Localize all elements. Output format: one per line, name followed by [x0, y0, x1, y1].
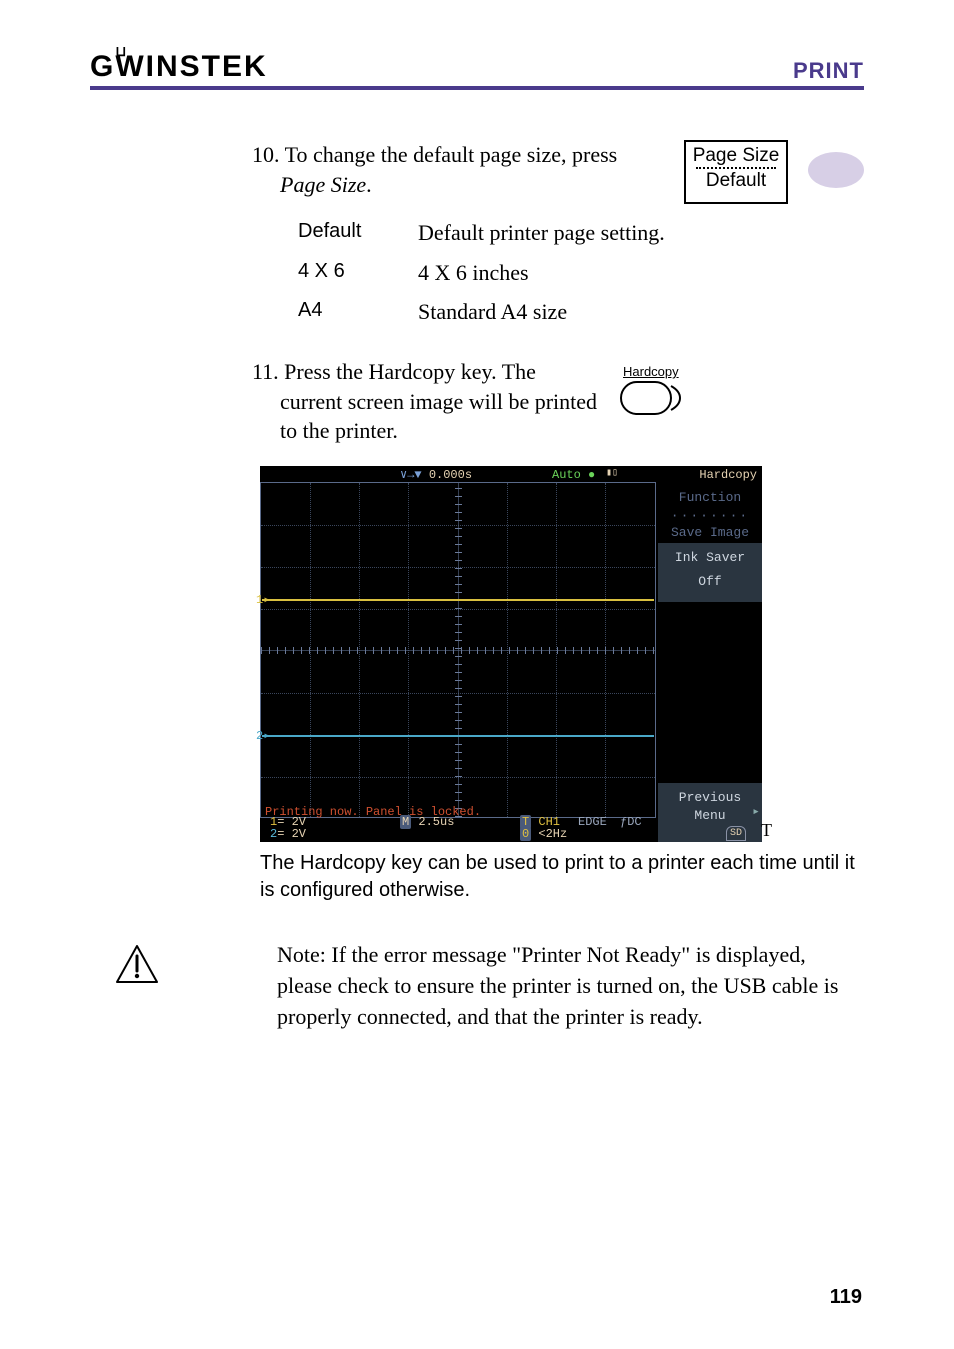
option-row: A4 Standard A4 size [298, 297, 864, 327]
note-text: Note: If the error message "Printer Not … [189, 940, 864, 1032]
scope-time: ∨→▼ 0.000s [400, 467, 472, 483]
section-title: PRINT [793, 58, 864, 84]
option-key: A4 [298, 297, 388, 327]
figure-label-t: T [761, 818, 772, 842]
softkey-empty [658, 722, 762, 782]
text: . [366, 172, 372, 197]
softkey-empty [658, 602, 762, 662]
hardcopy-key-icon [620, 381, 682, 415]
softkey-ink-saver: Ink Saver Off [658, 542, 762, 602]
softkey-name-inline: Page Size [280, 172, 366, 197]
hardcopy-key-label: Hardcopy [620, 363, 682, 381]
softkey-button-shape [808, 152, 864, 188]
softkey-function: Function ········ Save Image [658, 482, 762, 542]
scope-softkey-column: Function ········ Save Image Ink Saver O… [658, 482, 762, 818]
scope-topbar: ∨→▼ 0.000s Auto ● ▮▯ Hardcopy [260, 466, 762, 482]
option-row: Default Default printer page setting. [298, 218, 864, 248]
page-number: 119 [830, 1286, 862, 1309]
brand-part: G [90, 50, 115, 83]
option-row: 4 X 6 4 X 6 inches [298, 258, 864, 288]
hardcopy-key-illustration: Hardcopy [620, 363, 682, 415]
option-desc: Standard A4 size [418, 297, 567, 327]
battery-icon: ▮▯ [606, 467, 618, 481]
sd-icon: SD [726, 826, 746, 842]
step-11-text: 11. Press the Hardcopy key. The current … [260, 357, 600, 446]
text: 10. To change the default page size, pre… [252, 142, 617, 167]
ch2-readout: 2= 2V [270, 826, 306, 842]
warning-icon [115, 944, 159, 1032]
trigger-freq: 0 <2Hz [520, 826, 567, 842]
page-size-options: Default Default printer page setting. 4 … [298, 218, 864, 327]
trace-ch1 [262, 599, 654, 601]
option-key: Default [298, 218, 388, 248]
softkey-divider [696, 167, 776, 169]
scope-menu-title: Hardcopy [699, 467, 757, 483]
screenshot-caption: The Hardcopy key can be used to print to… [260, 850, 864, 904]
option-desc: 4 X 6 inches [418, 258, 529, 288]
step-11: 11. Press the Hardcopy key. The current … [260, 357, 864, 446]
trigger-edge: EDGE [578, 814, 607, 830]
scope-grid: 1▸ 2▸ Printing now. Panel is locked. [260, 482, 656, 818]
scope-status-bar: 1= 2V 2= 2V M 2.5us T CH1 0 <2Hz EDGE ƒD… [260, 818, 762, 842]
softkey-empty [658, 662, 762, 722]
brand-logo: GW⊔INSTEK [90, 50, 268, 84]
scope-mode: Auto ● [552, 467, 595, 483]
trigger-coupling: ƒDC [620, 814, 642, 830]
ch1-marker: 1▸ [256, 592, 270, 608]
step-10: 10. To change the default page size, pre… [260, 140, 864, 204]
trace-ch2 [262, 735, 654, 737]
softkey-page-size: Page Size Default [684, 140, 788, 204]
timebase-readout: M 2.5us [400, 814, 454, 830]
step-10-text: 10. To change the default page size, pre… [260, 140, 664, 199]
note-block: Note: If the error message "Printer Not … [115, 940, 864, 1032]
option-key: 4 X 6 [298, 258, 388, 288]
option-desc: Default printer page setting. [418, 218, 665, 248]
page-header: GW⊔INSTEK PRINT [90, 50, 864, 90]
brand-part: INSTEK [146, 50, 268, 83]
oscilloscope-screenshot: ∨→▼ 0.000s Auto ● ▮▯ Hardcopy [260, 466, 762, 842]
softkey-bottom-label: Default [686, 171, 786, 190]
softkey-top-label: Page Size [686, 146, 786, 165]
ch2-marker: 2▸ [256, 728, 270, 744]
